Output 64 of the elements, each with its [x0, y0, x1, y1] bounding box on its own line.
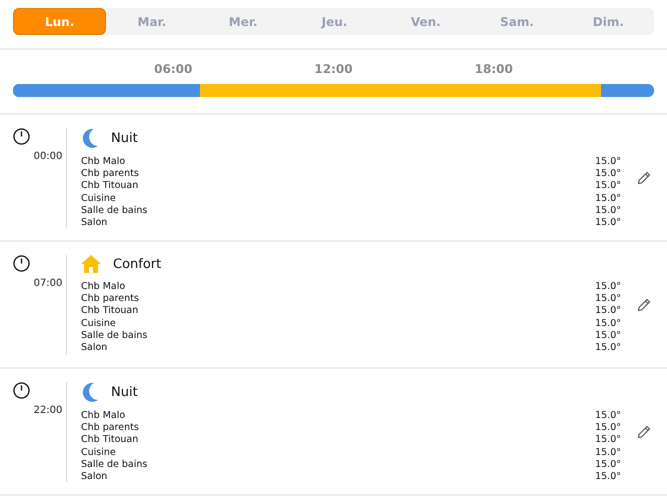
room-temperature: 15.0°	[595, 180, 621, 192]
time-tick-label: 18:00	[474, 62, 513, 76]
pencil-icon	[637, 298, 651, 312]
room-name: Cuisine	[81, 192, 116, 204]
room-temperature: 15.0°	[595, 422, 621, 433]
room-name: Salle de bains	[81, 204, 148, 216]
mode-name: Nuit	[111, 130, 138, 146]
room-temperature: 15.0°	[595, 434, 621, 446]
period-start-time: 00:00	[34, 151, 62, 162]
room-temperature: 15.0°	[595, 318, 621, 329]
pencil-icon	[637, 424, 651, 438]
moon-icon	[81, 128, 99, 148]
day-tab[interactable]: Ven.	[380, 8, 472, 35]
room-temperature: 15.0°	[595, 471, 621, 482]
room-temperature: 15.0°	[595, 217, 621, 228]
time-tick-label: 12:00	[314, 62, 353, 76]
room-name: Cuisine	[81, 446, 116, 458]
room-temperature: 15.0°	[595, 280, 621, 292]
house-icon	[81, 255, 101, 273]
period-start-time: 22:00	[34, 405, 62, 416]
room-name: Chb parents	[81, 292, 139, 304]
clock-icon	[12, 128, 30, 145]
room-name: Salle de bains	[81, 330, 148, 341]
edit-button[interactable]	[637, 170, 651, 184]
room-name: Salon	[81, 471, 108, 482]
room-temperature: 15.0°	[595, 156, 621, 167]
room-name: Chb Titouan	[81, 180, 138, 192]
day-tab[interactable]: Sam.	[471, 8, 563, 35]
edit-button[interactable]	[637, 298, 651, 312]
time-tick-label: 06:00	[154, 62, 192, 76]
pencil-icon	[637, 170, 651, 184]
room-temperature: 15.0°	[595, 192, 621, 204]
room-name: Chb parents	[81, 168, 139, 179]
room-name: Salle de bains	[81, 458, 148, 470]
day-tab[interactable]: Lun.	[13, 8, 106, 35]
day-tab[interactable]: Dim.	[562, 8, 654, 35]
room-temperature: 15.0°	[595, 342, 621, 354]
moon-icon	[81, 382, 99, 402]
room-name: Salon	[81, 342, 108, 354]
room-name: Salon	[81, 217, 108, 228]
period-start-time: 07:00	[34, 278, 62, 289]
room-temperature: 15.0°	[595, 168, 621, 179]
room-temperature: 15.0°	[595, 458, 621, 470]
mode-name: Confort	[113, 256, 162, 272]
room-temperature: 15.0°	[595, 446, 621, 458]
clock-icon	[12, 382, 30, 399]
mode-name: Nuit	[111, 384, 138, 400]
edit-button[interactable]	[637, 424, 651, 438]
room-name: Chb Titouan	[81, 305, 138, 316]
room-temperature: 15.0°	[595, 292, 621, 304]
room-temperature: 15.0°	[595, 204, 621, 216]
day-tab[interactable]: Mar.	[106, 8, 198, 35]
room-name: Chb parents	[81, 422, 139, 433]
day-tab[interactable]: Mer.	[198, 8, 289, 35]
room-name: Chb Titouan	[81, 434, 138, 446]
clock-icon	[12, 255, 30, 272]
room-name: Chb Malo	[81, 156, 126, 167]
room-name: Chb Malo	[81, 280, 126, 292]
room-name: Chb Malo	[81, 410, 126, 421]
room-temperature: 15.0°	[595, 410, 621, 421]
room-temperature: 15.0°	[595, 305, 621, 316]
day-tab[interactable]: Jeu.	[288, 8, 380, 35]
room-name: Cuisine	[81, 318, 116, 329]
room-temperature: 15.0°	[595, 330, 621, 341]
